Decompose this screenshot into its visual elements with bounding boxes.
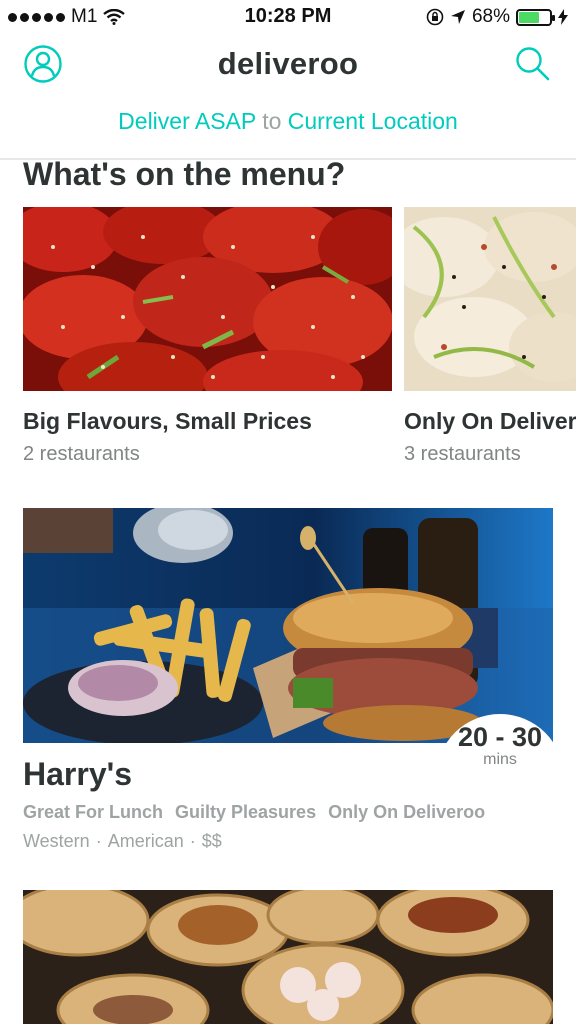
restaurant-card[interactable] <box>23 508 553 743</box>
app-header: deliveroo <box>0 34 576 98</box>
delivery-selector[interactable]: Deliver ASAP to Current Location <box>0 108 576 148</box>
battery-percent: 68% <box>471 6 510 27</box>
tag: Great For Lunch <box>23 802 164 822</box>
tag: Guilty Pleasures <box>175 802 317 822</box>
battery-icon <box>516 8 555 26</box>
brand-logo: deliveroo <box>217 46 359 81</box>
card-title: Only On Deliveroo <box>404 408 576 434</box>
menu-carousel[interactable]: Big Flavours, Small Prices 2 restaurants <box>0 207 576 477</box>
dim-sum-photo[interactable] <box>23 890 553 1024</box>
meta-separator: · <box>189 831 196 851</box>
menu-card-big-flavours[interactable]: Big Flavours, Small Prices 2 restaurants <box>23 207 392 466</box>
location-arrow-icon <box>450 10 465 24</box>
burger-fries-photo <box>23 508 553 743</box>
restaurant-name[interactable]: Harry's <box>23 756 132 793</box>
battery-level <box>519 11 540 23</box>
cuisine: American <box>107 831 184 851</box>
delivery-time[interactable]: Deliver ASAP <box>118 108 256 134</box>
restaurant-meta: Western · American · $$ <box>23 831 222 852</box>
meta-separator: · <box>95 831 102 851</box>
dumplings-photo <box>404 207 576 391</box>
eta-value: 20 - 30 <box>457 722 543 752</box>
cuisine: Western <box>23 831 90 851</box>
search-icon <box>516 47 550 81</box>
delivery-eta-badge: 20 - 30 mins <box>436 714 564 804</box>
card-subtitle: 3 restaurants <box>404 443 521 465</box>
status-right: 68% <box>426 6 568 28</box>
tag: Only On Deliveroo <box>328 802 486 822</box>
restaurant-tags: Great For Lunch Guilty Pleasures Only On… <box>23 802 485 823</box>
wings-photo <box>23 207 392 391</box>
status-bar: M1 10:28 PM 68% <box>0 0 576 34</box>
search-button[interactable] <box>513 44 553 84</box>
price-level: $$ <box>201 831 222 851</box>
menu-card-only-on-deliveroo[interactable]: Only On Deliveroo 3 restaurants <box>404 207 576 466</box>
rotation-lock-icon <box>426 8 444 26</box>
section-title: What's on the menu? <box>23 156 346 192</box>
card-subtitle: 2 restaurants <box>23 443 140 465</box>
delivery-connector: to <box>262 108 282 134</box>
card-title: Big Flavours, Small Prices <box>23 408 312 434</box>
delivery-location[interactable]: Current Location <box>288 108 458 134</box>
eta-unit: mins <box>483 751 517 768</box>
charging-bolt-icon <box>558 9 568 25</box>
